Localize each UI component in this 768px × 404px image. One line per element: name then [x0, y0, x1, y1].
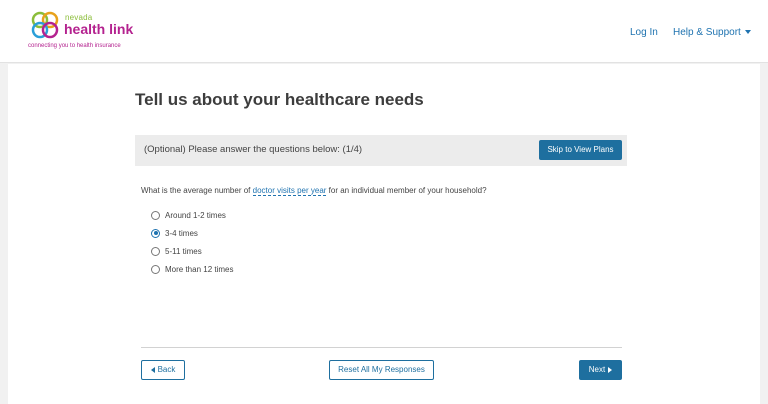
doctor-visits-per-year-link[interactable]: doctor visits per year: [252, 186, 327, 196]
question-step-text: (Optional) Please answer the questions b…: [144, 144, 363, 155]
page-title: Tell us about your healthcare needs: [135, 90, 424, 109]
back-button[interactable]: Back: [141, 360, 185, 380]
main-content-card: [8, 64, 760, 404]
option-more-than-12-times[interactable]: More than 12 times: [151, 263, 233, 275]
skip-to-view-plans-button[interactable]: Skip to View Plans: [539, 140, 622, 160]
option-label: Around 1-2 times: [165, 210, 226, 220]
radio-button[interactable]: [151, 210, 160, 220]
reset-responses-button[interactable]: Reset All My Responses: [329, 360, 434, 380]
radio-button[interactable]: [151, 246, 160, 256]
nevada-health-link-logo[interactable]: nevada health link connecting you to hea…: [28, 10, 158, 54]
logo-tagline: connecting you to health insurance: [28, 43, 121, 49]
footer-divider: [141, 347, 622, 348]
help-support-dropdown[interactable]: Help & Support: [673, 27, 751, 38]
option-5-11-times[interactable]: 5-11 times: [151, 245, 202, 257]
radio-button[interactable]: [151, 264, 160, 274]
question-progress-bar: (Optional) Please answer the questions b…: [135, 135, 627, 166]
site-header: nevada health link connecting you to hea…: [0, 0, 768, 63]
option-3-4-times[interactable]: 3-4 times: [151, 227, 198, 239]
question-prompt: What is the average number of doctor vis…: [141, 186, 487, 196]
option-label: 3-4 times: [165, 228, 198, 238]
prompt-text-after: for an individual member of your househo…: [326, 186, 487, 195]
back-label: Back: [157, 365, 176, 374]
arrow-left-icon: [150, 366, 155, 373]
option-label: 5-11 times: [165, 246, 202, 256]
arrow-right-icon: [608, 366, 613, 373]
logo-knot-icon: [31, 11, 59, 39]
next-label: Next: [588, 365, 606, 374]
chevron-down-icon: [744, 30, 751, 35]
option-label: More than 12 times: [165, 264, 234, 274]
radio-button-selected[interactable]: [151, 228, 160, 238]
login-link[interactable]: Log In: [630, 27, 658, 38]
next-button[interactable]: Next: [579, 360, 622, 380]
logo-health-link-text: health link: [64, 21, 134, 37]
prompt-text-before: What is the average number of: [141, 186, 253, 195]
option-around-1-2-times[interactable]: Around 1-2 times: [151, 209, 226, 221]
help-support-label: Help & Support: [673, 27, 741, 38]
